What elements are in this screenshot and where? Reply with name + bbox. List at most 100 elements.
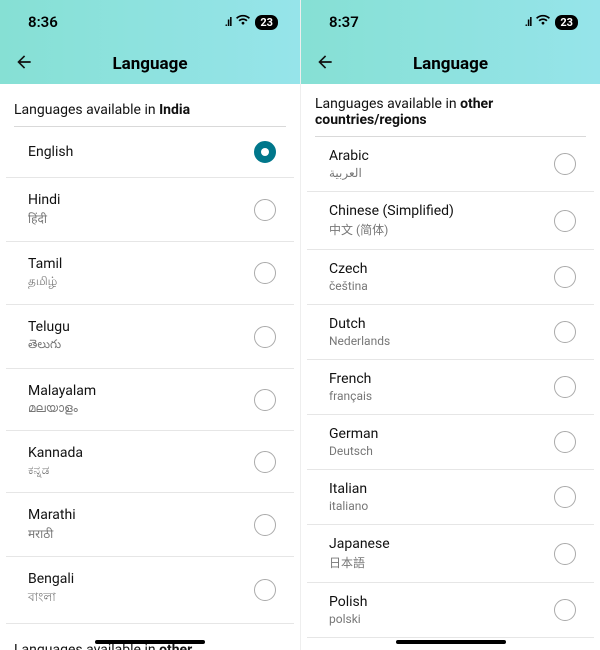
language-native: italiano bbox=[329, 499, 368, 513]
language-text: Frenchfrançais bbox=[329, 371, 372, 403]
content: Languages available in India English Hind… bbox=[0, 84, 300, 650]
section-label-other: Languages available in other countries/r… bbox=[0, 624, 300, 650]
language-text: Malayalamമലയാളം bbox=[28, 383, 96, 416]
language-item[interactable]: Italian italiano bbox=[307, 470, 594, 525]
cellular-icon: .ıl bbox=[525, 15, 532, 29]
radio-icon[interactable] bbox=[254, 141, 276, 163]
language-item[interactable]: DutchNederlands bbox=[307, 305, 594, 360]
language-item[interactable]: Frenchfrançais bbox=[307, 360, 594, 415]
language-text: Tamilதமிழ் bbox=[28, 256, 62, 290]
radio-icon[interactable] bbox=[254, 579, 276, 601]
language-item[interactable]: Teluguతెలుగు bbox=[6, 305, 294, 369]
language-list-india: English Hindiहिंदी Tamilதமிழ் Teluguతెలుగు M… bbox=[0, 127, 300, 624]
back-icon[interactable] bbox=[315, 52, 335, 77]
language-primary: Japanese bbox=[329, 536, 390, 552]
radio-icon[interactable] bbox=[554, 153, 576, 175]
section-label-other: Languages available in other countries/r… bbox=[301, 84, 600, 136]
language-native: العربية bbox=[329, 166, 369, 180]
radio-icon[interactable] bbox=[554, 486, 576, 508]
language-item[interactable]: Chinese (Simplified) 中文 (简体) bbox=[307, 192, 594, 250]
language-primary: Telugu bbox=[28, 319, 70, 335]
radio-icon[interactable] bbox=[254, 451, 276, 473]
language-item[interactable]: Marathiमराठी bbox=[6, 493, 294, 557]
language-native: polski bbox=[329, 612, 367, 626]
content: Languages available in other countries/r… bbox=[301, 84, 600, 650]
language-item[interactable]: Tamilதமிழ் bbox=[6, 242, 294, 305]
wifi-icon bbox=[235, 14, 251, 30]
language-text: Hindiहिंदी bbox=[28, 192, 60, 227]
language-primary: Czech bbox=[329, 261, 368, 277]
language-item[interactable]: English bbox=[6, 127, 294, 178]
language-item[interactable]: Japanese 日本語 bbox=[307, 525, 594, 583]
page-title: Language bbox=[0, 54, 300, 74]
language-list-other: Arabic العربية Chinese (Simplified) 中文 (简体)… bbox=[301, 137, 600, 650]
language-item[interactable]: Kannada ಕನ್ನಡ bbox=[6, 431, 294, 493]
back-icon[interactable] bbox=[14, 52, 34, 77]
language-text: Kannada ಕನ್ನಡ bbox=[28, 445, 83, 478]
radio-icon[interactable] bbox=[254, 514, 276, 536]
radio-icon[interactable] bbox=[254, 389, 276, 411]
screen-right: 8:37 .ıl 23 Language Languages available… bbox=[300, 0, 600, 650]
language-native: ಕನ್ನಡ bbox=[28, 463, 83, 478]
language-primary: Arabic bbox=[329, 148, 369, 164]
language-text: German Deutsch bbox=[329, 426, 378, 458]
status-time: 8:36 bbox=[28, 13, 58, 31]
language-text: Arabic العربية bbox=[329, 148, 369, 180]
page-title: Language bbox=[301, 54, 600, 74]
language-native: Deutsch bbox=[329, 444, 378, 458]
status-time: 8:37 bbox=[329, 13, 359, 31]
section-label-india: Languages available in India bbox=[0, 84, 300, 126]
radio-icon[interactable] bbox=[254, 326, 276, 348]
status-bar: 8:37 .ıl 23 bbox=[301, 0, 600, 44]
radio-icon[interactable] bbox=[554, 543, 576, 565]
header: Language bbox=[0, 44, 300, 84]
language-text: English bbox=[28, 144, 73, 160]
language-primary: Marathi bbox=[28, 507, 76, 523]
radio-icon[interactable] bbox=[554, 210, 576, 232]
language-native: 日本語 bbox=[329, 554, 390, 571]
status-right: .ıl 23 bbox=[225, 14, 278, 30]
language-primary: Italian bbox=[329, 481, 368, 497]
language-primary: Chinese (Simplified) bbox=[329, 203, 454, 219]
radio-icon[interactable] bbox=[554, 266, 576, 288]
radio-icon[interactable] bbox=[554, 321, 576, 343]
language-primary: Bengali bbox=[28, 571, 74, 587]
battery-icon: 23 bbox=[255, 15, 278, 30]
radio-icon[interactable] bbox=[254, 262, 276, 284]
language-text: Polish polski bbox=[329, 594, 367, 626]
language-text: Chinese (Simplified) 中文 (简体) bbox=[329, 203, 454, 238]
language-primary: Dutch bbox=[329, 316, 390, 332]
radio-icon[interactable] bbox=[554, 431, 576, 453]
language-item[interactable]: German Deutsch bbox=[307, 415, 594, 470]
screen-left: 8:36 .ıl 23 Language Languages available… bbox=[0, 0, 300, 650]
language-primary: Polish bbox=[329, 594, 367, 610]
radio-icon[interactable] bbox=[254, 199, 276, 221]
wifi-icon bbox=[535, 14, 551, 30]
cellular-icon: .ıl bbox=[225, 15, 232, 29]
language-item[interactable]: Arabic العربية bbox=[307, 137, 594, 192]
language-primary: German bbox=[329, 426, 378, 442]
language-text: Italian italiano bbox=[329, 481, 368, 513]
language-primary: English bbox=[28, 144, 73, 160]
language-native: čeština bbox=[329, 279, 368, 293]
status-bar: 8:36 .ıl 23 bbox=[0, 0, 300, 44]
radio-icon[interactable] bbox=[554, 376, 576, 398]
language-text: Marathiमराठी bbox=[28, 507, 76, 542]
language-text: DutchNederlands bbox=[329, 316, 390, 348]
language-item[interactable]: Bengaliবাংলা bbox=[6, 557, 294, 624]
language-text: Bengaliবাংলা bbox=[28, 571, 74, 609]
home-indicator[interactable] bbox=[396, 640, 506, 644]
language-native: हिंदी bbox=[28, 210, 60, 227]
header: Language bbox=[301, 44, 600, 84]
language-item[interactable]: Hindiहिंदी bbox=[6, 178, 294, 242]
radio-icon[interactable] bbox=[554, 599, 576, 621]
language-primary: Kannada bbox=[28, 445, 83, 461]
language-item[interactable]: Malayalamമലയാളം bbox=[6, 369, 294, 431]
language-native: 中文 (简体) bbox=[329, 221, 454, 238]
language-item[interactable]: Czech čeština bbox=[307, 250, 594, 305]
language-native: français bbox=[329, 389, 372, 403]
home-indicator[interactable] bbox=[95, 640, 205, 644]
status-right: .ıl 23 bbox=[525, 14, 578, 30]
language-item[interactable]: Polish polski bbox=[307, 583, 594, 638]
battery-icon: 23 bbox=[555, 15, 578, 30]
